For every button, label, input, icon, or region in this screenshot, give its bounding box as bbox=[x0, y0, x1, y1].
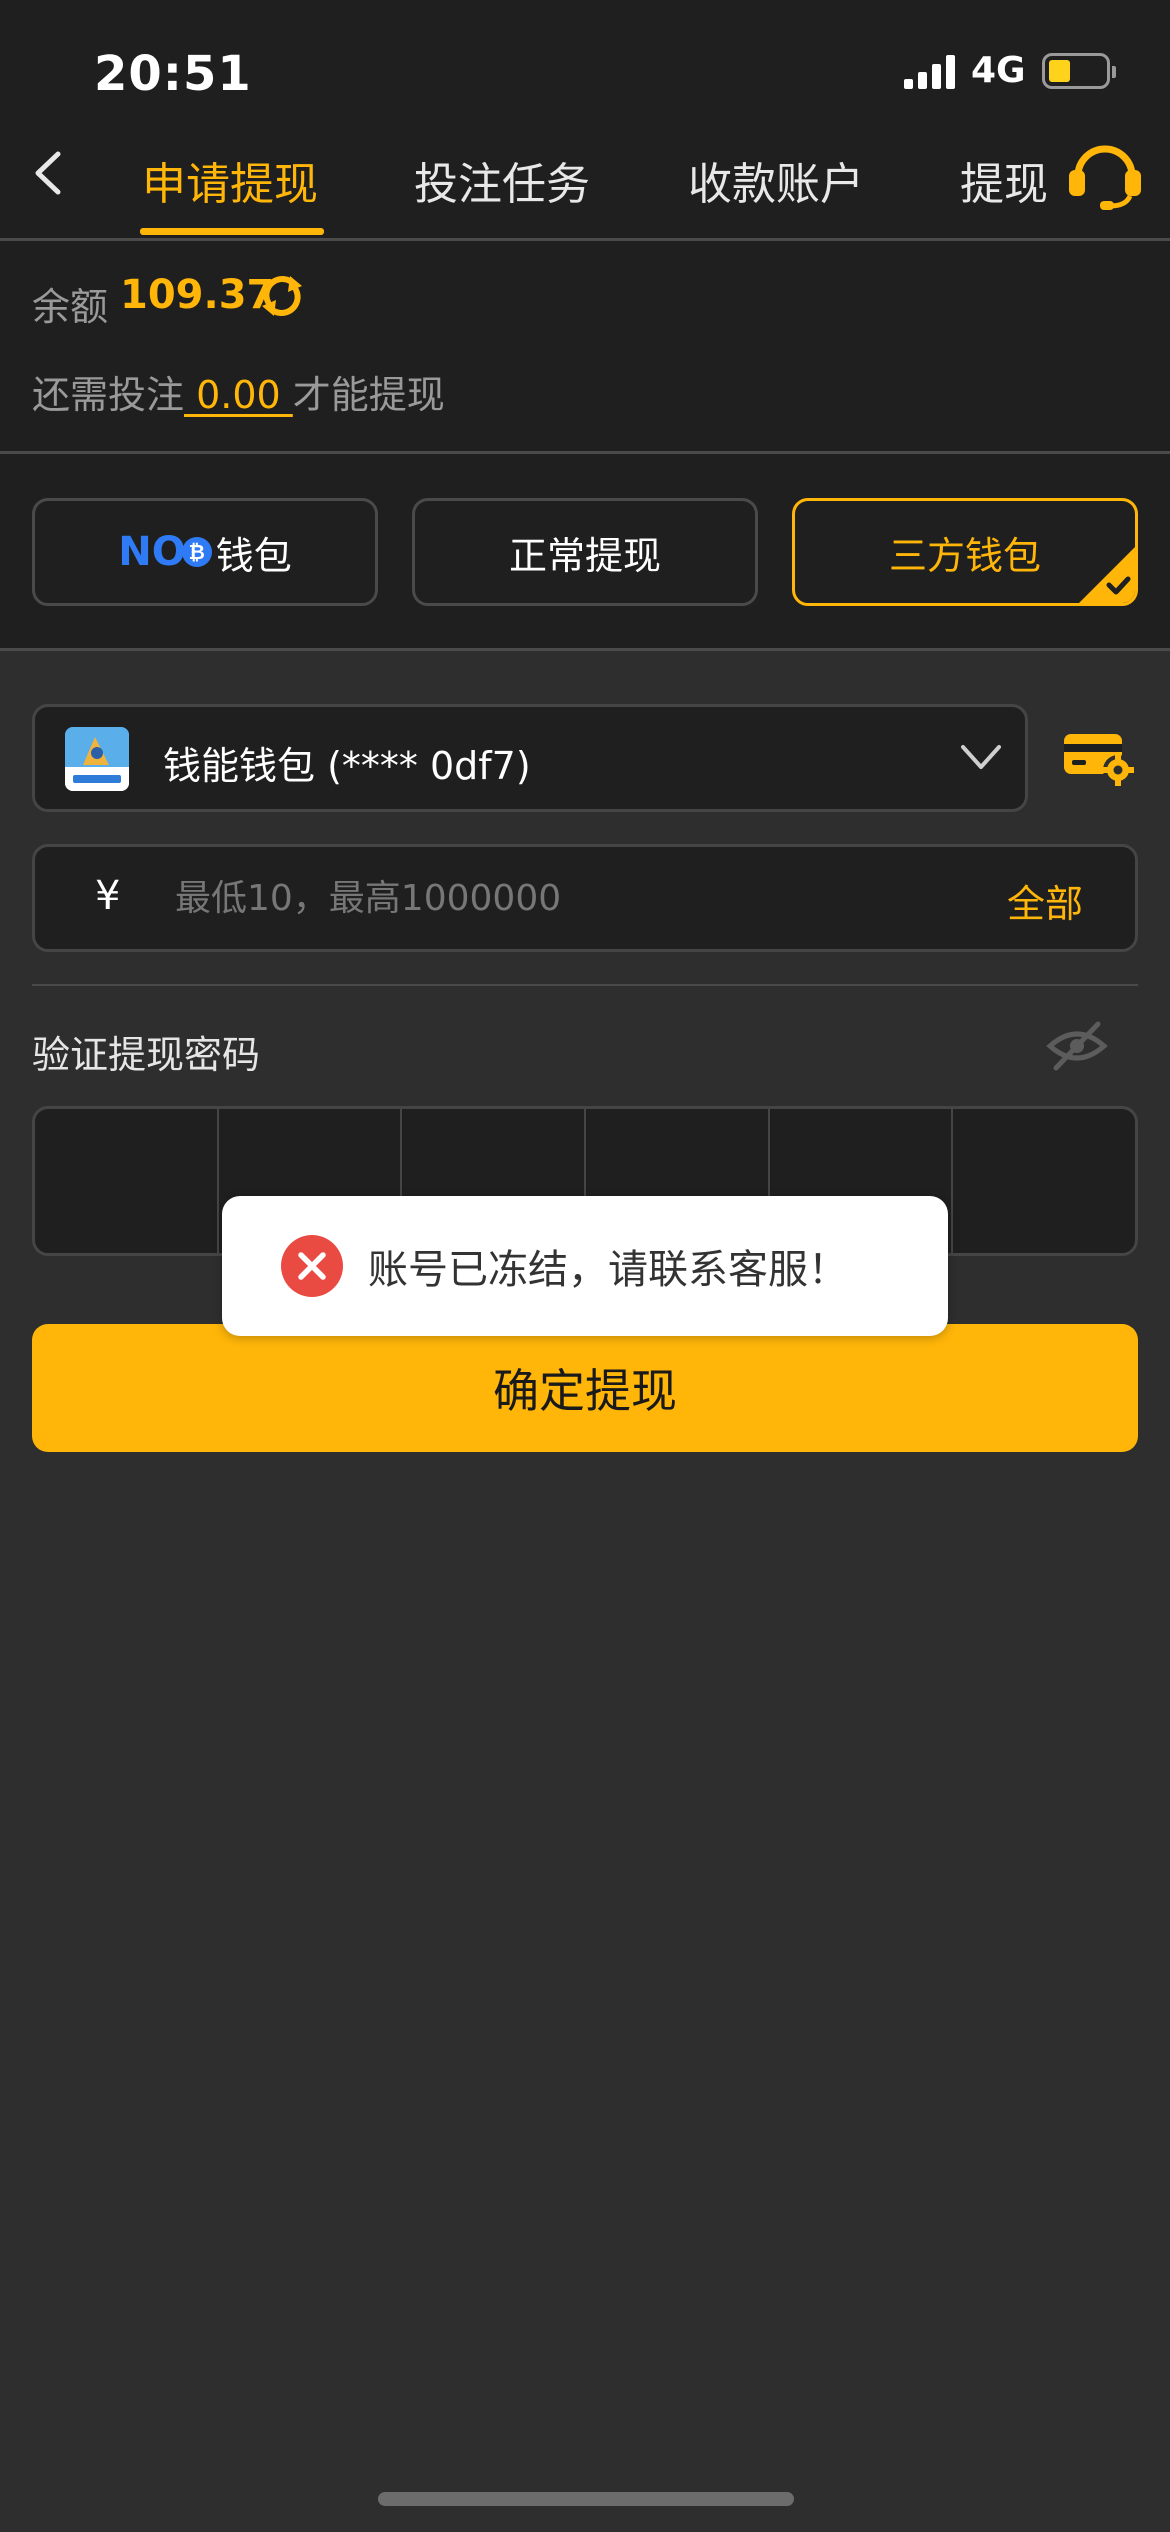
active-tab-indicator bbox=[140, 228, 324, 235]
method-normal-withdraw-button[interactable]: 正常提现 bbox=[412, 498, 758, 606]
wallet-app-logo bbox=[65, 727, 129, 791]
withdraw-all-button[interactable]: 全部 bbox=[1007, 873, 1083, 928]
pin-digit-cell[interactable] bbox=[35, 1109, 219, 1253]
wallet-select-dropdown[interactable]: 钱能钱包 (**** 0df7) bbox=[32, 704, 1028, 812]
tab-withdraw-record[interactable]: 提现 bbox=[960, 148, 1048, 212]
tab-bet-task[interactable]: 投注任务 bbox=[414, 148, 590, 212]
top-bar: 20:51 4G 申请提现 投注任务 收款账户 提现 bbox=[0, 0, 1170, 238]
tab-payee-account[interactable]: 收款账户 bbox=[688, 148, 864, 212]
required-bet-prefix: 还需投注 bbox=[32, 373, 185, 417]
balance-value: 109.37 bbox=[120, 272, 275, 318]
home-indicator[interactable] bbox=[378, 2492, 794, 2506]
method-third-party-wallet-button[interactable]: 三方钱包 bbox=[792, 498, 1138, 606]
error-x-icon bbox=[281, 1235, 343, 1297]
bitcoin-coin-icon: ₿ bbox=[181, 537, 212, 567]
tab-apply-withdraw[interactable]: 申请提现 bbox=[142, 148, 318, 212]
refresh-icon[interactable] bbox=[258, 272, 306, 320]
method-divider bbox=[0, 648, 1170, 651]
customer-service-headset-icon[interactable] bbox=[1064, 138, 1146, 210]
eye-hidden-icon[interactable] bbox=[1046, 1020, 1108, 1072]
required-bet-suffix: 才能提现 bbox=[292, 373, 445, 417]
status-indicators: 4G bbox=[904, 50, 1116, 91]
method-third-party-wallet-label: 三方钱包 bbox=[888, 533, 1041, 578]
balance-label: 余额 bbox=[32, 285, 109, 329]
card-settings-icon[interactable] bbox=[1062, 730, 1136, 786]
pin-digit-cell[interactable] bbox=[953, 1109, 1135, 1253]
error-toast: 账号已冻结，请联系客服！ bbox=[222, 1196, 948, 1336]
method-no-wallet-button[interactable]: NO ₿ 钱包 bbox=[32, 498, 378, 606]
network-type: 4G bbox=[971, 50, 1026, 91]
required-bet-line: 还需投注 0.00 才能提现 bbox=[32, 364, 445, 419]
wallet-name: 钱能钱包 (**** 0df7) bbox=[163, 744, 531, 788]
signal-icon bbox=[904, 53, 955, 89]
battery-icon bbox=[1041, 52, 1116, 89]
amount-input-box: ¥ 全部 bbox=[32, 844, 1138, 952]
withdraw-password-label: 验证提现密码 bbox=[32, 1033, 261, 1077]
method-no-wallet-label: 钱包 bbox=[215, 533, 292, 578]
status-time: 20:51 bbox=[94, 46, 252, 102]
back-arrow-icon[interactable] bbox=[30, 148, 66, 198]
method-normal-withdraw-label: 正常提现 bbox=[508, 533, 661, 578]
currency-symbol: ¥ bbox=[95, 873, 121, 919]
required-bet-amount: 0.00 bbox=[184, 373, 293, 417]
toast-message: 账号已冻结，请联系客服！ bbox=[368, 1247, 848, 1293]
selected-check-icon bbox=[1079, 547, 1135, 603]
no-wallet-logo: NO ₿ bbox=[118, 529, 215, 575]
form-divider bbox=[32, 984, 1138, 986]
amount-input[interactable] bbox=[175, 865, 875, 931]
confirm-withdraw-button[interactable]: 确定提现 bbox=[32, 1324, 1138, 1452]
chevron-down-icon bbox=[961, 745, 1001, 769]
